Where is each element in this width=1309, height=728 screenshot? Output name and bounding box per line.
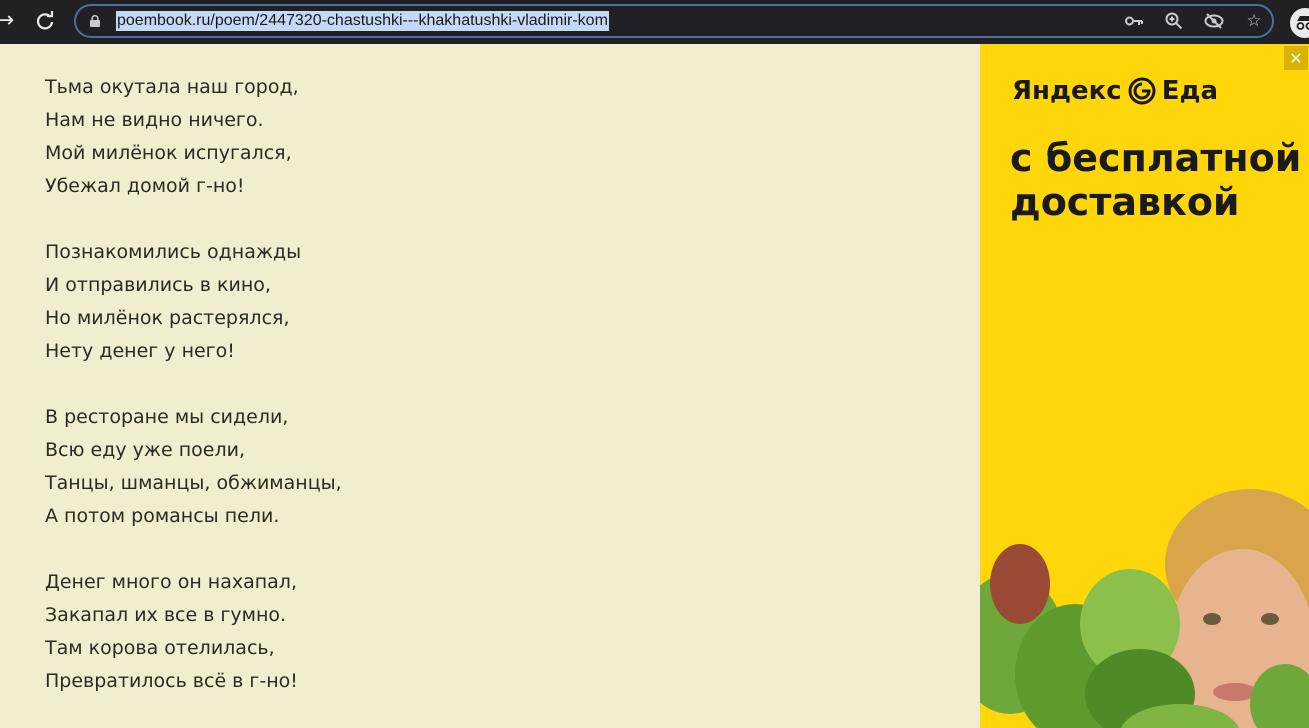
poem-line: Убежал домой г-но! [45,175,245,197]
poem-line: Познакомились однажды [45,241,302,263]
lock-icon [90,15,100,27]
poem-content: Тьма окутала наш город, Нам не видно нич… [0,44,980,728]
address-bar[interactable]: poembook.ru/poem/2447320-chastushki---kh… [74,4,1274,38]
ad-close-button[interactable]: ✕ [1284,46,1308,70]
forward-icon[interactable]: → [0,6,20,36]
ad-photo [980,489,1309,728]
poem-line: Нету денег у него! [45,340,235,362]
poem-line: Мой милёнок испугался, [45,142,292,164]
poem-line: Но милёнок растерялся, [45,307,290,329]
poem-line: Там корова отелилась, [45,637,275,659]
poem-line: Танцы, шманцы, обжиманцы, [45,472,342,494]
poem-line: Закапал их все в гумно. [45,604,287,626]
yandex-eda-ad-banner[interactable]: Яндекс Еда с бесплатной доставкой [980,44,1309,728]
poem-line: Нам не видно ничего. [45,109,264,131]
tracking-blocked-icon[interactable] [1202,11,1226,31]
poem-line: А потом романсы пели. [45,505,280,527]
poem-line: Всю еду уже поели, [45,439,245,461]
poem-line: Тьма окутала наш город, [45,76,299,98]
poem-line: Превратилось всё в г-но! [45,670,298,692]
poem-line: И отправились в кино, [45,274,271,296]
poem-line: Денег много он нахапал, [45,571,297,593]
poem-line: В ресторане мы сидели, [45,406,289,428]
key-icon[interactable] [1122,11,1146,31]
browser-toolbar: → poembook.ru/poem/2447320-chastushki---… [0,0,1309,44]
zoom-icon[interactable] [1162,11,1186,31]
incognito-avatar-icon[interactable] [1288,6,1309,40]
url-text[interactable]: poembook.ru/poem/2447320-chastushki---kh… [116,11,609,31]
reload-icon[interactable] [30,6,60,36]
bookmark-star-icon[interactable]: ☆ [1242,11,1266,31]
